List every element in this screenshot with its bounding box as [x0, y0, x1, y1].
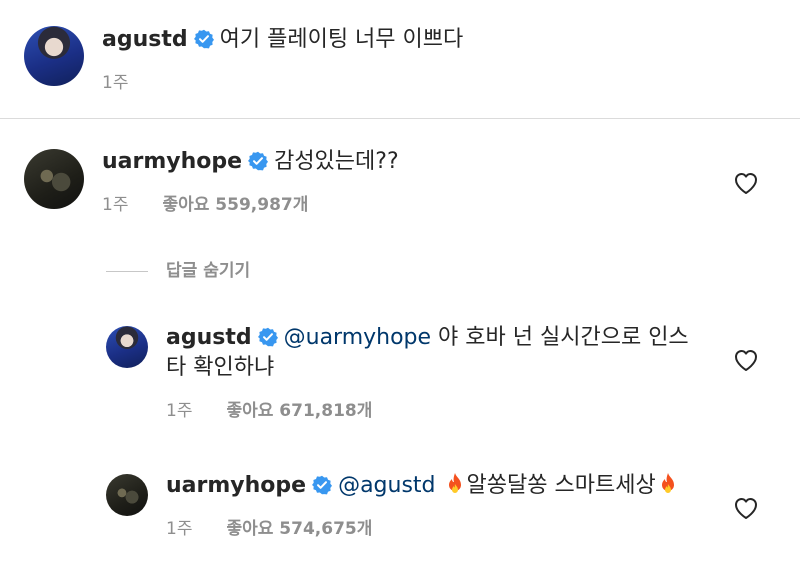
avatar[interactable] [24, 26, 84, 86]
reply-text-continued: 타 확인하냐 [166, 355, 275, 380]
comment-line: uarmyhope 감성있는데?? [102, 146, 399, 178]
reply-text: 알쏭달쏭 스마트세상 [466, 473, 656, 498]
verified-badge-icon [193, 29, 214, 49]
caption-meta: 1주 [102, 68, 128, 93]
reply-text: 야 호바 넌 실시간으로 인스 [431, 325, 689, 350]
verified-badge-icon [312, 475, 333, 495]
comment-meta: 1주 좋아요 559,987개 [102, 190, 308, 215]
reply-line-2: 타 확인하냐 [166, 352, 274, 384]
timestamp[interactable]: 1주 [166, 519, 192, 539]
caption-text: 여기 플레이팅 너무 이쁘다 [219, 27, 464, 52]
heart-outline-icon[interactable] [733, 496, 759, 520]
heart-outline-icon[interactable] [733, 171, 759, 195]
username[interactable]: agustd [166, 325, 252, 350]
avatar[interactable] [24, 149, 84, 209]
verified-badge-icon [248, 151, 269, 171]
comment-text: 감성있는데?? [274, 149, 399, 174]
reply-line: uarmyhope @agustd 알쏭달쏭 스마트세상 [166, 470, 680, 502]
timestamp[interactable]: 1주 [166, 401, 192, 421]
caption-line: agustd 여기 플레이팅 너무 이쁘다 [102, 24, 463, 56]
fire-emoji-icon [661, 473, 674, 493]
fire-emoji-icon [448, 473, 461, 493]
timestamp[interactable]: 1주 [102, 73, 128, 93]
username[interactable]: uarmyhope [102, 149, 242, 174]
hide-replies-label: 답글 숨기기 [166, 261, 251, 281]
username[interactable]: agustd [102, 27, 188, 52]
likes-count[interactable]: 좋아요 671,818개 [226, 401, 372, 421]
heart-outline-icon[interactable] [733, 348, 759, 372]
verified-badge-icon [257, 327, 278, 347]
likes-count[interactable]: 좋아요 574,675개 [226, 519, 372, 539]
divider [0, 118, 800, 119]
avatar[interactable] [106, 474, 148, 516]
mention-link[interactable]: @uarmyhope [284, 325, 431, 350]
likes-count[interactable]: 좋아요 559,987개 [162, 195, 308, 215]
reply-meta: 1주 좋아요 671,818개 [166, 396, 372, 421]
hide-replies-button[interactable]: 답글 숨기기 [106, 256, 250, 281]
username[interactable]: uarmyhope [166, 473, 306, 498]
reply-meta: 1주 좋아요 574,675개 [166, 514, 372, 539]
divider-dash [106, 270, 148, 272]
avatar[interactable] [106, 326, 148, 368]
timestamp[interactable]: 1주 [102, 195, 128, 215]
mention-link[interactable]: @agustd [338, 473, 435, 498]
reply-line-1: agustd @uarmyhope 야 호바 넌 실시간으로 인스 [166, 322, 689, 354]
